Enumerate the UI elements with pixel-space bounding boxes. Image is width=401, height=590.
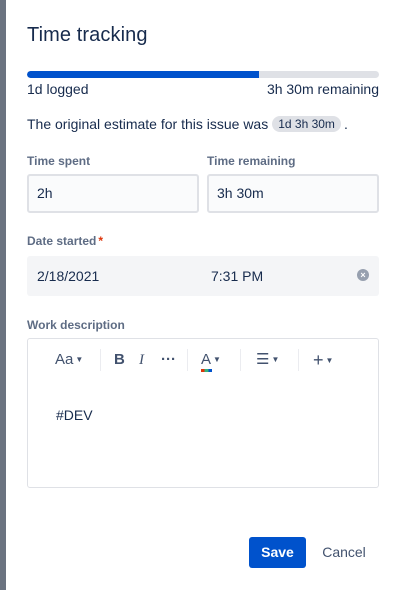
time-progress-bar — [27, 71, 379, 78]
color-underline — [201, 369, 212, 372]
date-started-label-text: Date started — [27, 234, 97, 248]
estimate-lozenge: 1d 3h 30m — [272, 116, 341, 132]
toolbar-divider — [100, 349, 101, 371]
dialog-title: Time tracking — [27, 24, 148, 46]
estimate-suffix: . — [343, 116, 348, 132]
toolbar-divider — [240, 349, 241, 371]
original-estimate-text: The original estimate for this issue was… — [27, 116, 348, 132]
bold-button[interactable]: B — [114, 351, 125, 369]
estimate-prefix: The original estimate for this issue was — [27, 116, 269, 132]
time-remaining-value: 3h 30m — [217, 185, 264, 201]
chevron-down-icon: ▼ — [271, 355, 280, 365]
editor-content: #DEV — [56, 407, 93, 423]
more-formatting-button[interactable]: ··· — [161, 351, 176, 369]
list-dropdown[interactable]: ☰ ▼ — [256, 351, 279, 369]
text-color-button[interactable]: A ▼ — [201, 351, 221, 372]
chevron-down-icon: ▼ — [325, 356, 334, 366]
text-color-glyph: A — [201, 351, 212, 368]
work-description-editor[interactable]: Aa ▼ B I ··· A ▼ ☰ ▼ + ▼ #DEV — [27, 338, 379, 488]
chevron-down-icon: ▼ — [75, 355, 84, 365]
editor-toolbar: Aa ▼ B I ··· A ▼ ☰ ▼ + ▼ — [28, 339, 378, 379]
time-spent-input[interactable]: 2h — [27, 174, 199, 213]
time-spent-value: 2h — [37, 185, 53, 201]
plus-icon: + — [313, 350, 324, 370]
chevron-down-icon: ▼ — [213, 355, 221, 365]
toolbar-divider — [298, 349, 299, 371]
toolbar-divider — [187, 349, 188, 371]
time-remaining-input[interactable]: 3h 30m — [207, 174, 379, 213]
text-color-icon: A — [201, 351, 212, 372]
cancel-button[interactable]: Cancel — [314, 537, 374, 568]
insert-dropdown[interactable]: + ▼ — [313, 351, 333, 369]
time-tracking-dialog: Time tracking 1d logged 3h 30m remaining… — [6, 0, 401, 590]
time-spent-label: Time spent — [27, 154, 91, 168]
italic-button[interactable]: I — [139, 351, 144, 369]
time-picker[interactable]: 7:31 PM — [211, 268, 263, 284]
date-time-picker: 2/18/2021 7:31 PM × — [27, 256, 379, 296]
required-marker: * — [98, 234, 104, 248]
date-picker[interactable]: 2/18/2021 — [37, 268, 99, 284]
bullet-list-icon: ☰ — [256, 351, 270, 368]
date-started-label: Date started * — [27, 234, 103, 248]
text-style-label: Aa — [55, 351, 74, 368]
remaining-label: 3h 30m remaining — [266, 81, 379, 97]
work-description-label: Work description — [27, 318, 125, 332]
time-progress-fill — [27, 71, 260, 78]
logged-label: 1d logged — [27, 81, 89, 97]
text-style-dropdown[interactable]: Aa ▼ — [55, 351, 83, 369]
save-button[interactable]: Save — [249, 537, 306, 568]
time-remaining-label: Time remaining — [207, 154, 296, 168]
clear-icon[interactable]: × — [357, 269, 369, 281]
